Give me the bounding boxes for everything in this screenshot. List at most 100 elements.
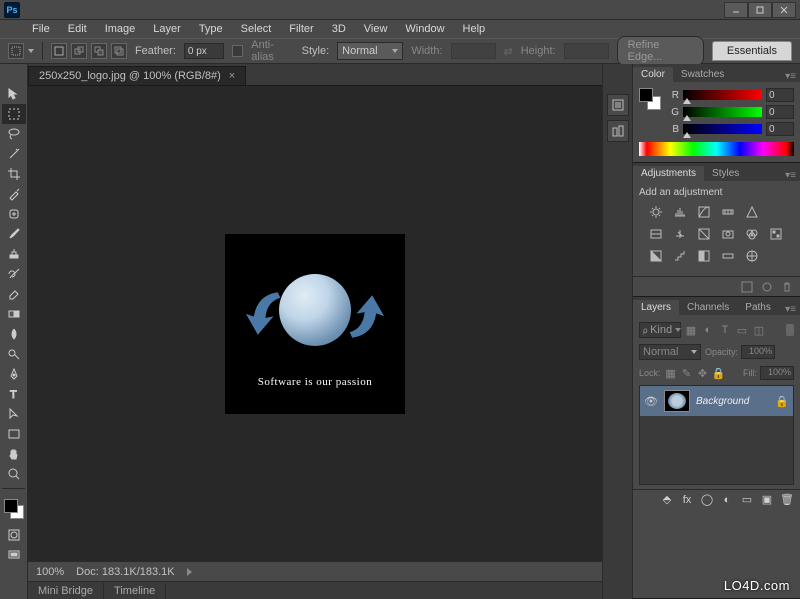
tab-adjustments[interactable]: Adjustments: [633, 166, 704, 181]
hand-tool-icon[interactable]: [2, 444, 26, 464]
close-button[interactable]: [772, 2, 796, 18]
filter-type-icon[interactable]: T: [719, 324, 731, 336]
color-lookup-icon[interactable]: [767, 226, 785, 242]
lock-all-icon[interactable]: 🔒: [713, 367, 725, 379]
filter-pixel-icon[interactable]: ▦: [685, 324, 697, 336]
b-slider[interactable]: [683, 124, 762, 134]
menu-image[interactable]: Image: [97, 21, 144, 37]
new-group-icon[interactable]: ▭: [740, 493, 754, 507]
screen-mode-icon[interactable]: [2, 545, 26, 565]
status-flyout-icon[interactable]: [187, 568, 192, 576]
menu-type[interactable]: Type: [191, 21, 231, 37]
color-ramp[interactable]: [639, 142, 794, 156]
crop-tool-icon[interactable]: [2, 164, 26, 184]
filter-toggle-icon[interactable]: [786, 324, 794, 336]
lasso-tool-icon[interactable]: [2, 124, 26, 144]
rectangle-tool-icon[interactable]: [2, 424, 26, 444]
photo-filter-icon[interactable]: [719, 226, 737, 242]
selection-subtract-icon[interactable]: [91, 43, 107, 59]
menu-layer[interactable]: Layer: [145, 21, 189, 37]
history-brush-tool-icon[interactable]: [2, 264, 26, 284]
zoom-level[interactable]: 100%: [36, 566, 64, 578]
lock-pixels-icon[interactable]: ✎: [681, 367, 693, 379]
opacity-input[interactable]: 100%: [741, 345, 775, 359]
menu-window[interactable]: Window: [397, 21, 452, 37]
link-layers-icon[interactable]: ⬘: [660, 493, 674, 507]
g-slider[interactable]: [683, 107, 762, 117]
adjustments-footer-icon-2[interactable]: [760, 280, 774, 294]
r-value-input[interactable]: [766, 88, 794, 102]
curves-icon[interactable]: [695, 204, 713, 220]
tab-paths[interactable]: Paths: [737, 300, 779, 315]
new-adjustment-layer-icon[interactable]: ◐: [720, 493, 734, 507]
exposure-icon[interactable]: [719, 204, 737, 220]
fill-input[interactable]: 100%: [760, 366, 794, 380]
brightness-contrast-icon[interactable]: [647, 204, 665, 220]
tab-channels[interactable]: Channels: [679, 300, 737, 315]
healing-brush-tool-icon[interactable]: [2, 204, 26, 224]
adjustments-panel-menu-icon[interactable]: ▾≡: [781, 170, 800, 181]
menu-edit[interactable]: Edit: [60, 21, 95, 37]
layer-locked-icon[interactable]: 🔒: [775, 395, 789, 408]
filter-adjustment-icon[interactable]: ◐: [702, 324, 714, 336]
layer-thumbnail[interactable]: [664, 390, 690, 412]
tab-styles[interactable]: Styles: [704, 166, 747, 181]
clone-stamp-tool-icon[interactable]: [2, 244, 26, 264]
lock-position-icon[interactable]: ✥: [697, 367, 709, 379]
tab-timeline[interactable]: Timeline: [104, 583, 166, 599]
dodge-tool-icon[interactable]: [2, 344, 26, 364]
menu-help[interactable]: Help: [455, 21, 494, 37]
close-tab-icon[interactable]: ×: [229, 70, 235, 82]
adjustments-trash-icon[interactable]: [780, 280, 794, 294]
new-layer-icon[interactable]: ▣: [760, 493, 774, 507]
zoom-tool-icon[interactable]: [2, 464, 26, 484]
document-tab[interactable]: 250x250_logo.jpg @ 100% (RGB/8#) ×: [28, 66, 246, 85]
properties-panel-icon[interactable]: [607, 120, 629, 142]
layer-name[interactable]: Background: [696, 396, 769, 407]
refine-edge-button[interactable]: Refine Edge...: [617, 36, 704, 66]
selection-new-icon[interactable]: [51, 43, 67, 59]
black-white-icon[interactable]: [695, 226, 713, 242]
menu-filter[interactable]: Filter: [281, 21, 321, 37]
type-tool-icon[interactable]: T: [2, 384, 26, 404]
move-tool-icon[interactable]: [2, 84, 26, 104]
path-selection-tool-icon[interactable]: [2, 404, 26, 424]
delete-layer-icon[interactable]: 🗑: [780, 493, 794, 507]
style-dropdown[interactable]: Normal: [337, 42, 403, 60]
layer-visibility-icon[interactable]: 👁: [644, 395, 658, 408]
layer-mask-icon[interactable]: ◯: [700, 493, 714, 507]
adjustments-footer-icon-1[interactable]: [740, 280, 754, 294]
foreground-background-colors[interactable]: [4, 499, 24, 519]
maximize-button[interactable]: [748, 2, 772, 18]
vibrance-icon[interactable]: [743, 204, 761, 220]
antialias-checkbox[interactable]: [232, 45, 243, 57]
workspace-switcher[interactable]: Essentials: [712, 41, 792, 61]
posterize-icon[interactable]: [671, 248, 689, 264]
color-panel-menu-icon[interactable]: ▾≡: [781, 71, 800, 82]
color-panel-wells[interactable]: [639, 88, 661, 110]
hue-saturation-icon[interactable]: [647, 226, 665, 242]
lock-transparency-icon[interactable]: ▦: [665, 367, 677, 379]
filter-shape-icon[interactable]: ▭: [736, 324, 748, 336]
gradient-tool-icon[interactable]: [2, 304, 26, 324]
layer-item[interactable]: 👁 Background 🔒: [640, 386, 793, 416]
tab-mini-bridge[interactable]: Mini Bridge: [28, 583, 104, 599]
selective-color-icon[interactable]: [743, 248, 761, 264]
canvas-area[interactable]: Software is our passion: [28, 86, 602, 561]
menu-3d[interactable]: 3D: [324, 21, 354, 37]
pen-tool-icon[interactable]: [2, 364, 26, 384]
blur-tool-icon[interactable]: [2, 324, 26, 344]
quick-mask-icon[interactable]: [2, 525, 26, 545]
menu-select[interactable]: Select: [233, 21, 280, 37]
selection-add-icon[interactable]: [71, 43, 87, 59]
invert-icon[interactable]: [647, 248, 665, 264]
menu-view[interactable]: View: [356, 21, 396, 37]
b-value-input[interactable]: [766, 122, 794, 136]
minimize-button[interactable]: [724, 2, 748, 18]
layer-style-icon[interactable]: fx: [680, 493, 694, 507]
threshold-icon[interactable]: [695, 248, 713, 264]
marquee-tool-icon[interactable]: [2, 104, 26, 124]
color-balance-icon[interactable]: [671, 226, 689, 242]
levels-icon[interactable]: [671, 204, 689, 220]
r-slider[interactable]: [683, 90, 762, 100]
